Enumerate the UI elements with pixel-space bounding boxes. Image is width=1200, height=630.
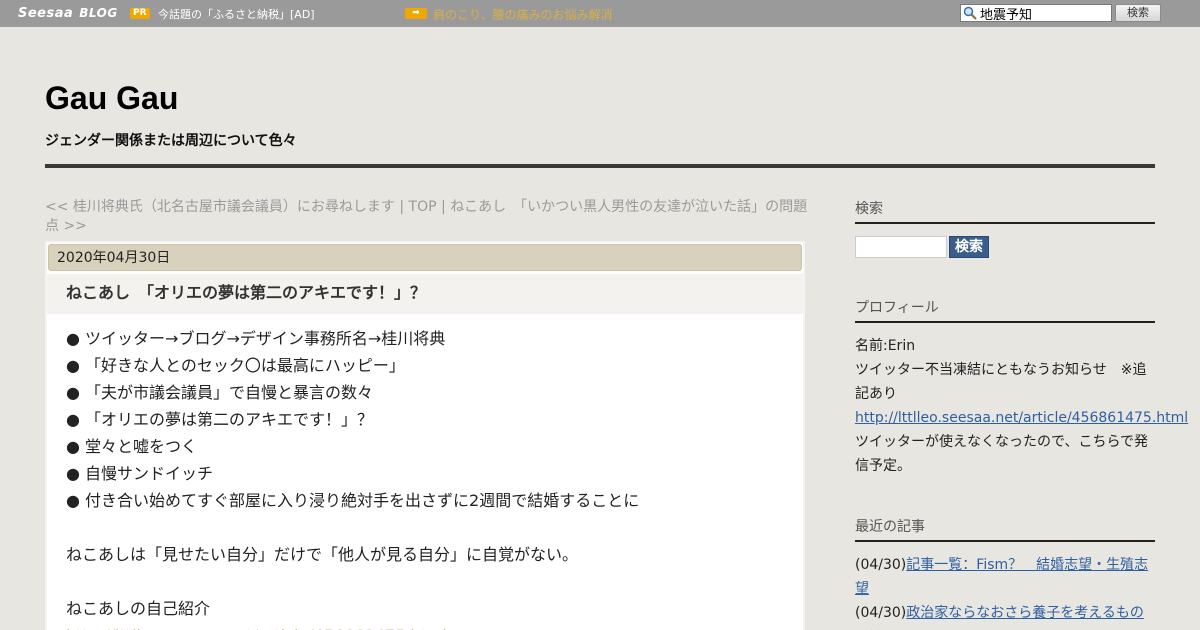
recent-posts-heading: 最近の記事 [855,516,1155,542]
recent-posts-list: (04/30)記事一覧：Fism？ 結婚志望・生殖志望 (04/30)政治家なら… [855,553,1155,630]
top-search-button[interactable]: 検索 [1115,4,1161,22]
profile-note: ツイッター不当凍結にともなうお知らせ ※追記あり [855,362,1147,402]
list-item: ● 自慢サンドイッチ [66,464,214,483]
nav-separator: | [436,199,451,215]
profile-heading: プロフィール [855,297,1155,323]
blog-description: ジェンダー関係または周辺について色々 [45,133,297,149]
list-item: ● ツイッター→ブログ→デザイン事務所名→桂川将典 [66,329,446,348]
nav-separator: | [394,199,409,215]
recent-posts-section: 最近の記事 (04/30)記事一覧：Fism？ 結婚志望・生殖志望 (04/30… [855,516,1155,630]
top-bar: Seesaa BLOG PR 今話題の「ふるさと納税」[AD] ➡ 肩のこり、腰の… [0,0,1200,27]
list-item: ● 「オリエの夢は第二のアキエです！」？ [66,410,374,429]
list-item: ● 堂々と嘘をつく [66,437,198,456]
sidebar-search: 検索 [855,235,1155,259]
prev-post-link[interactable]: << 桂川将典氏（北名古屋市議会議員）にお尋ねします [45,199,395,215]
post-date: 2020年04月30日 [48,244,802,271]
top-link[interactable]: TOP [409,199,437,215]
sidebar: 検索 検索 プロフィール 名前:Erin ツイッター不当凍結にともなうお知らせ … [855,198,1188,630]
pr-badge: PR [130,8,150,19]
post-paragraph: ねこあしの自己紹介 [66,599,211,618]
top-search-box [960,4,1112,22]
post-title[interactable]: ねこあし 「オリエの夢は第二のアキエです！」？ [47,274,803,314]
list-item: ● 「夫が市議会議員」で自慢と暴言の数々 [66,383,374,402]
self-intro-link[interactable]: http://lttlleo.seesaa.net/article/456861… [66,622,786,630]
profile-link[interactable]: http://lttlleo.seesaa.net/article/456861… [855,410,1188,426]
seesaa-blog-logo[interactable]: Seesaa BLOG [18,6,118,21]
search-icon [963,6,977,20]
recent-date: (04/30) [855,557,907,573]
sidebar-search-button[interactable]: 検索 [949,236,989,258]
profile-section: プロフィール 名前:Erin ツイッター不当凍結にともなうお知らせ ※追記あり … [855,297,1188,478]
blog-title[interactable]: Gau Gau [45,80,178,117]
recent-date: (04/30) [855,605,907,621]
top-search-input[interactable] [980,5,1110,21]
post-paragraph: ねこあしは「見せたい自分」だけで「他人が見る自分」に自覚がない。 [66,545,579,564]
pr-ad-link[interactable]: 今話題の「ふるさと納税」[AD] [158,6,315,22]
post-body: ● ツイッター→ブログ→デザイン事務所名→桂川将典 ● 「好きな人とのセック〇は… [66,325,786,630]
sidebar-search-input[interactable] [855,236,947,258]
brand-name: Seesaa [18,6,74,21]
header-divider [45,164,1155,168]
profile-name: 名前:Erin [855,338,916,354]
list-item: (04/30)政治家ならなおさら養子を考えるものでは？ [855,601,1155,630]
ad-link[interactable]: 肩のこり、腰の痛みのお悩み解消 [433,6,613,23]
list-item: ● 付き合い始めてすぐ部屋に入り浸り絶対手を出さずに2週間で結婚することに [66,491,640,510]
profile-text: 名前:Erin ツイッター不当凍結にともなうお知らせ ※追記あり http://… [855,334,1188,478]
list-item: ● 「好きな人とのセック〇は最高にハッピー」 [66,356,405,375]
post-card: 2020年04月30日 ねこあし 「オリエの夢は第二のアキエです！」？ ● ツイ… [45,241,805,630]
post-navigation: << 桂川将典氏（北名古屋市議会議員）にお尋ねします | TOP | ねこあし … [45,198,810,236]
brand-sub: BLOG [79,6,118,20]
profile-note-2: ツイッターが使えなくなったので、こちらで発信予定。 [855,434,1149,474]
sidebar-search-heading: 検索 [855,198,1155,224]
list-item: (04/30)記事一覧：Fism？ 結婚志望・生殖志望 [855,553,1155,601]
arrow-right-icon: ➡ [405,8,427,19]
